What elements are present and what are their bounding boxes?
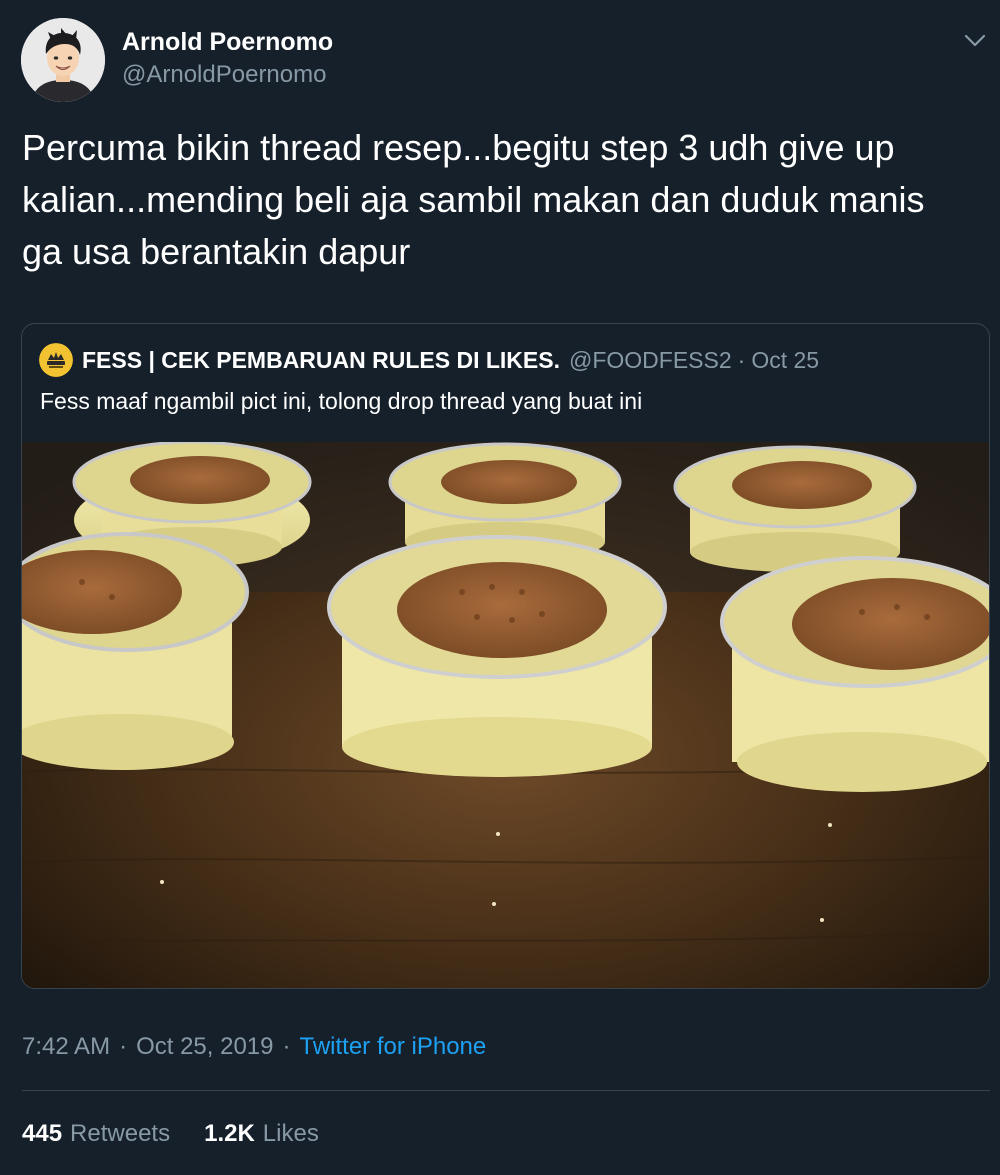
author-avatar[interactable] (21, 18, 105, 102)
pudding-cup (673, 445, 917, 572)
tweet-text-line: Percuma bikin thread resep...begitu step… (22, 127, 895, 168)
quoted-tweet-text: Fess maaf ngambil pict ini, tolong drop … (40, 388, 643, 414)
tweet-text: Percuma bikin thread resep...begitu step… (22, 122, 982, 278)
separator-dot: · (119, 1033, 128, 1060)
pudding-cup (22, 532, 249, 770)
pudding-cups-photo[interactable] (22, 442, 989, 988)
quoted-avatar (39, 343, 73, 377)
author-handle[interactable]: @ArnoldPoernomo (122, 61, 326, 89)
avatar-image (21, 18, 105, 102)
likes-count: 1.2K (204, 1120, 255, 1147)
author-name[interactable]: Arnold Poernomo (122, 28, 333, 57)
retweets-stat[interactable]: 445 Retweets (22, 1120, 170, 1148)
quoted-author-name: FESS | CEK PEMBARUAN RULES DI LIKES. (82, 346, 560, 373)
quoted-tweet-card[interactable]: FESS | CEK PEMBARUAN RULES DI LIKES. @FO… (21, 323, 990, 989)
separator-dot: · (282, 1033, 291, 1060)
tweet-text-line: ga usa berantakin dapur (22, 231, 411, 272)
pudding-cup (720, 556, 989, 792)
tweet-text-line: kalian...mending beli aja sambil makan d… (22, 179, 925, 220)
tweet-date[interactable]: Oct 25, 2019 (136, 1033, 273, 1061)
retweets-label: Retweets (70, 1120, 171, 1147)
tweet-meta: 7:42 AM · Oct 25, 2019 · Twitter for iPh… (22, 1033, 486, 1061)
foodfess-logo-icon (39, 343, 73, 377)
tweet-time[interactable]: 7:42 AM (22, 1033, 110, 1061)
tweet-menu-button[interactable] (960, 26, 990, 56)
quoted-tweet-header: FESS | CEK PEMBARUAN RULES DI LIKES. @FO… (39, 343, 819, 377)
tweet-stats: 445 Retweets 1.2K Likes (22, 1120, 319, 1148)
likes-stat[interactable]: 1.2K Likes (204, 1120, 319, 1148)
separator-dot: · (737, 346, 746, 373)
quoted-author-handle: @FOODFESS2 (568, 346, 732, 373)
chevron-down-icon (964, 34, 986, 47)
tweet-source-link[interactable]: Twitter for iPhone (300, 1033, 487, 1061)
likes-label: Likes (262, 1120, 319, 1147)
divider (22, 1090, 990, 1091)
pudding-cup (327, 535, 667, 777)
quoted-date: Oct 25 (751, 346, 820, 373)
retweets-count: 445 (22, 1120, 63, 1147)
